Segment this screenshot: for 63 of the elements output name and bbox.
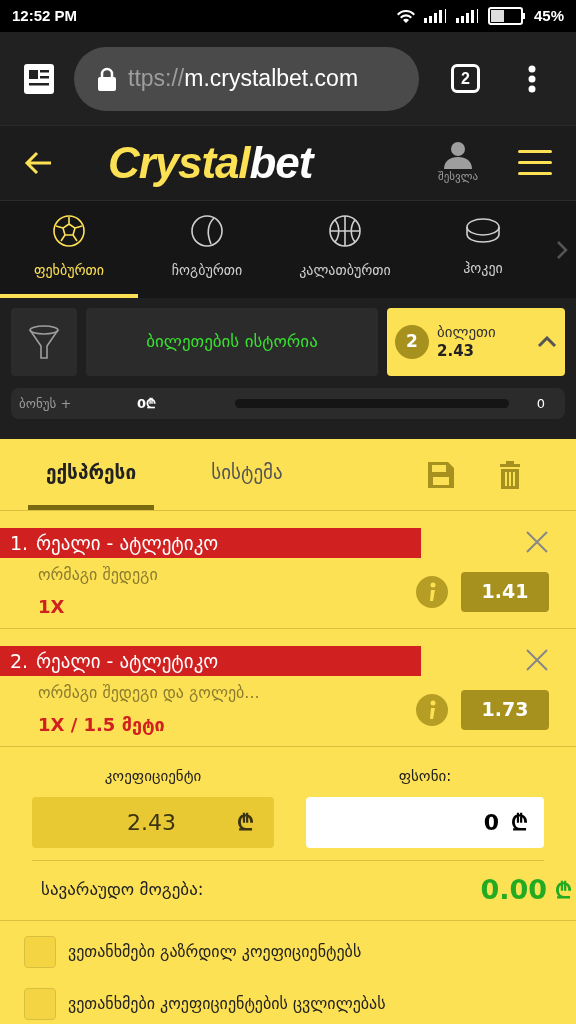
signal-icon	[455, 9, 480, 23]
soccer-ball-icon	[52, 214, 86, 248]
ticket-history-button[interactable]: ბილეთების ისტორია	[86, 308, 378, 376]
sport-tab[interactable]: ჰოკეი	[414, 201, 552, 298]
battery-icon	[487, 7, 526, 25]
more-options-icon[interactable]	[528, 64, 536, 93]
ticket-odds: 2.43	[437, 342, 475, 361]
filter-button[interactable]	[11, 308, 77, 376]
login-button[interactable]: შესვლა	[438, 140, 478, 186]
bet-pick: 1X	[38, 595, 66, 619]
match-title-bar: 1. რეალი - ატლეტიკო	[0, 528, 421, 558]
bonus-amount: 0₾	[137, 394, 158, 413]
bonus-label: ბონუს +	[19, 394, 73, 413]
tennis-ball-icon	[190, 214, 224, 248]
checkbox[interactable]	[24, 935, 56, 968]
bonus-value: 0	[536, 394, 545, 413]
coefficient-label: კოეფიციენტი	[104, 766, 202, 787]
user-icon	[443, 140, 473, 169]
ticket-summary-button[interactable]: 2 ბილეთი 2.43	[387, 308, 565, 376]
market-name: ორმაგი შედეგი	[38, 564, 158, 586]
stake-label: ფსონი:	[398, 766, 452, 787]
address-bar[interactable]: ttps://m.crystalbet.com	[74, 46, 419, 111]
close-icon[interactable]	[526, 531, 548, 553]
tab-count-button[interactable]: 2	[451, 64, 480, 93]
possible-win-label: სავარაუდო მოგება:	[41, 878, 204, 902]
url-text: ttps://m.crystalbet.com	[128, 64, 359, 94]
hockey-puck-icon	[465, 216, 501, 246]
market-name: ორმაგი შედეგი და გოლებ...	[38, 682, 260, 704]
info-icon[interactable]	[416, 693, 448, 726]
lock-icon	[98, 66, 116, 91]
status-time: 12:52 PM	[12, 5, 78, 26]
match-title-bar: 2. რეალი - ატლეტიკო	[0, 646, 421, 676]
chevron-up-icon[interactable]	[537, 336, 557, 348]
basketball-icon	[328, 214, 362, 248]
ticket-count-badge: 2	[395, 325, 429, 359]
bet-type-tab[interactable]: სისტემა	[184, 439, 310, 510]
checkbox-label: ვეთანხმები კოეფიციენტების ცვლილებას	[68, 992, 386, 1015]
bet-pick: 1X / 1.5 მეტი	[38, 713, 166, 737]
crystalbet-logo: Crystalbet	[108, 141, 313, 185]
info-icon[interactable]	[416, 575, 448, 608]
odds-value: 1.73	[461, 689, 549, 730]
checkbox[interactable]	[24, 987, 56, 1020]
reader-mode-icon[interactable]	[24, 63, 54, 94]
possible-win-value: 0.00	[480, 872, 547, 907]
battery-percent: 45%	[533, 5, 564, 26]
funnel-icon	[29, 325, 59, 359]
currency-symbol: ₾	[555, 876, 572, 905]
checkbox-label: ვეთანხმები გაზრდილ კოეფიციენტებს	[68, 940, 362, 963]
wifi-icon	[395, 8, 416, 24]
chevron-right-icon[interactable]	[556, 239, 568, 260]
menu-icon[interactable]	[518, 149, 552, 177]
trash-icon[interactable]	[500, 460, 520, 489]
odds-value: 1.41	[461, 571, 549, 612]
ticket-label: ბილეთი	[437, 323, 496, 342]
stake-input[interactable]: 0 ₾	[306, 796, 544, 848]
signal-icon	[423, 9, 448, 23]
save-icon[interactable]	[428, 461, 454, 488]
coefficient-display: 2.43 ₾	[32, 796, 274, 848]
sport-tab[interactable]: კალათბურთი	[276, 201, 414, 298]
bet-type-tab[interactable]: ექსპრესი	[28, 439, 154, 510]
close-icon[interactable]	[526, 649, 548, 671]
sport-tab[interactable]: ჩოგბურთი	[138, 201, 276, 298]
back-arrow-icon[interactable]	[24, 151, 52, 175]
